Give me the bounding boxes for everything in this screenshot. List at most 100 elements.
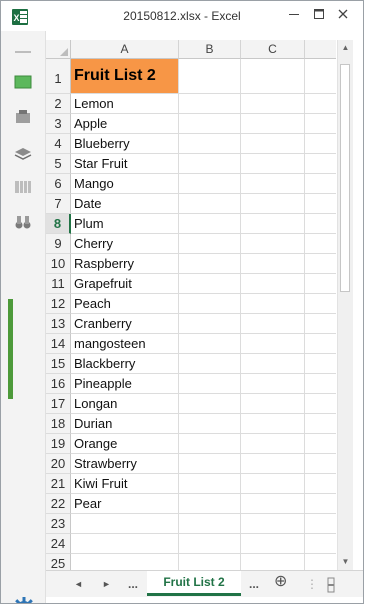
add-sheet-icon[interactable]: ⊕	[274, 573, 287, 591]
cell-empty[interactable]	[179, 194, 241, 214]
minimize-icon[interactable]	[283, 5, 305, 27]
cell-a[interactable]: Orange	[71, 434, 179, 454]
cell-empty[interactable]	[241, 214, 305, 234]
column-header-a[interactable]: A	[71, 40, 179, 59]
cell-a[interactable]: Mango	[71, 174, 179, 194]
cell-empty[interactable]	[241, 494, 305, 514]
cell-a[interactable]: Apple	[71, 114, 179, 134]
row-header[interactable]: 20	[46, 454, 71, 474]
row-header[interactable]: 22	[46, 494, 71, 514]
cell-a[interactable]: Cranberry	[71, 314, 179, 334]
cell-empty[interactable]	[241, 294, 305, 314]
cell-empty[interactable]	[179, 234, 241, 254]
cell-empty[interactable]	[305, 174, 336, 194]
cell-empty[interactable]	[305, 294, 336, 314]
cell-empty[interactable]	[241, 414, 305, 434]
cell-empty[interactable]	[241, 154, 305, 174]
row-header[interactable]: 24	[46, 534, 71, 554]
columns-icon[interactable]	[13, 179, 33, 195]
cell-empty[interactable]	[241, 334, 305, 354]
cell-a[interactable]: Strawberry	[71, 454, 179, 474]
select-all-corner[interactable]	[46, 40, 71, 59]
cell-empty[interactable]	[179, 374, 241, 394]
tab-fruit-list-2[interactable]: Fruit List 2	[147, 571, 241, 596]
sheet-icon[interactable]	[13, 74, 33, 90]
column-header-b[interactable]: B	[179, 40, 241, 59]
cell-empty[interactable]	[179, 354, 241, 374]
cell-empty[interactable]	[241, 234, 305, 254]
row-header[interactable]: 6	[46, 174, 71, 194]
row-header[interactable]: 7	[46, 194, 71, 214]
cell-empty[interactable]	[179, 174, 241, 194]
cell-a[interactable]: Date	[71, 194, 179, 214]
cell-empty[interactable]	[179, 294, 241, 314]
cell-empty[interactable]	[179, 254, 241, 274]
cell-empty[interactable]	[241, 394, 305, 414]
row-header[interactable]: 25	[46, 554, 71, 570]
cell-empty[interactable]	[305, 214, 336, 234]
close-icon[interactable]	[332, 5, 354, 27]
row-header[interactable]: 18	[46, 414, 71, 434]
cell-empty[interactable]	[241, 514, 305, 534]
scroll-up-icon[interactable]: ▲	[338, 42, 353, 54]
more-sheets-right[interactable]: ...	[249, 575, 259, 593]
cell-empty[interactable]	[241, 94, 305, 114]
header-cell-fruit-list[interactable]: Fruit List 2	[71, 59, 179, 94]
cell-empty[interactable]	[179, 454, 241, 474]
row-header[interactable]: 3	[46, 114, 71, 134]
cell-empty[interactable]	[241, 534, 305, 554]
collapse-icon[interactable]	[13, 44, 33, 60]
scroll-down-icon[interactable]: ▼	[338, 556, 353, 568]
more-sheets-left[interactable]: ...	[128, 575, 138, 593]
layers-icon[interactable]	[13, 144, 33, 160]
cell-empty[interactable]	[305, 254, 336, 274]
cell-a[interactable]: Kiwi Fruit	[71, 474, 179, 494]
prev-sheet-icon[interactable]: ◄	[74, 575, 83, 593]
rail-expand-handle[interactable]	[8, 299, 13, 399]
cell-a[interactable]	[71, 554, 179, 570]
resize-handle-icon[interactable]	[326, 576, 336, 594]
cell-empty[interactable]	[179, 274, 241, 294]
cell-empty[interactable]	[241, 454, 305, 474]
column-header-d[interactable]	[305, 40, 336, 59]
row-header[interactable]: 10	[46, 254, 71, 274]
row-header[interactable]: 14	[46, 334, 71, 354]
cell-a[interactable]: Blackberry	[71, 354, 179, 374]
cell-empty[interactable]	[305, 374, 336, 394]
vertical-scrollbar[interactable]: ▲ ▼	[337, 40, 353, 570]
cell-empty[interactable]	[241, 314, 305, 334]
next-sheet-icon[interactable]: ►	[102, 575, 111, 593]
cell-empty[interactable]	[305, 454, 336, 474]
cell-empty[interactable]	[241, 374, 305, 394]
cell-a[interactable]: Lemon	[71, 94, 179, 114]
scroll-thumb[interactable]	[340, 64, 350, 292]
row-header[interactable]: 23	[46, 514, 71, 534]
cell-a[interactable]: mangosteen	[71, 334, 179, 354]
cell-a[interactable]: Raspberry	[71, 254, 179, 274]
cell-a[interactable]: Pear	[71, 494, 179, 514]
row-header[interactable]: 19	[46, 434, 71, 454]
row-header[interactable]: 1	[46, 59, 71, 94]
cell-empty[interactable]	[305, 59, 336, 94]
cell-empty[interactable]	[179, 434, 241, 454]
cell-a[interactable]: Pineapple	[71, 374, 179, 394]
cell-empty[interactable]	[241, 354, 305, 374]
cell-empty[interactable]	[305, 334, 336, 354]
gear-icon[interactable]	[12, 596, 36, 604]
row-header[interactable]: 21	[46, 474, 71, 494]
cell-a[interactable]: Cherry	[71, 234, 179, 254]
cell-empty[interactable]	[241, 174, 305, 194]
cell-empty[interactable]	[179, 94, 241, 114]
cell-empty[interactable]	[305, 534, 336, 554]
cell-empty[interactable]	[241, 434, 305, 454]
tab-splitter-icon[interactable]: ⋮	[306, 575, 318, 593]
cell-a[interactable]: Grapefruit	[71, 274, 179, 294]
row-header[interactable]: 4	[46, 134, 71, 154]
cell-empty[interactable]	[179, 134, 241, 154]
cell-a[interactable]: Star Fruit	[71, 154, 179, 174]
cell-empty[interactable]	[179, 494, 241, 514]
cell-empty[interactable]	[305, 154, 336, 174]
cell-empty[interactable]	[241, 194, 305, 214]
row-header[interactable]: 12	[46, 294, 71, 314]
cell-empty[interactable]	[305, 134, 336, 154]
